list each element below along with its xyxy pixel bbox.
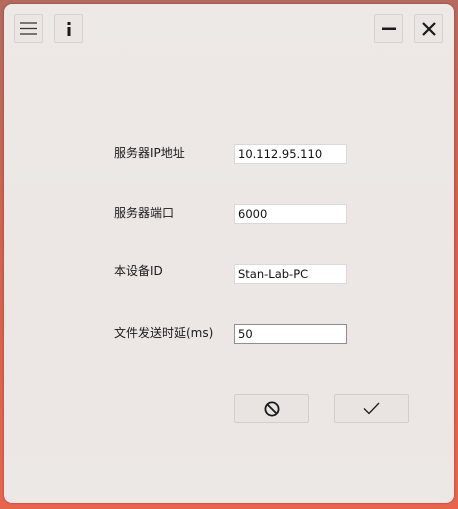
checkmark-icon [363,402,380,415]
minimize-button[interactable] [374,14,403,43]
hamburger-menu-icon [20,22,37,35]
server-port-input[interactable] [234,204,347,224]
close-button[interactable] [414,14,443,43]
server-ip-input[interactable] [234,144,347,164]
close-icon [421,21,436,36]
device-id-label: 本设备ID [114,264,163,278]
info-button[interactable] [54,14,83,43]
confirm-button[interactable] [334,394,409,423]
file-send-delay-input[interactable] [234,324,347,344]
file-send-delay-label: 文件发送时延(ms) [114,326,214,340]
menu-button[interactable] [14,14,43,43]
info-icon [67,21,70,36]
server-port-label: 服务器端口 [114,206,175,220]
device-id-input[interactable] [234,264,347,284]
settings-window: 服务器IP地址 服务器端口 本设备ID 文件发送时延(ms) [4,4,454,503]
minimize-icon [381,27,396,30]
server-ip-label: 服务器IP地址 [114,146,185,160]
cancel-icon [264,401,279,416]
cancel-button[interactable] [234,394,309,423]
